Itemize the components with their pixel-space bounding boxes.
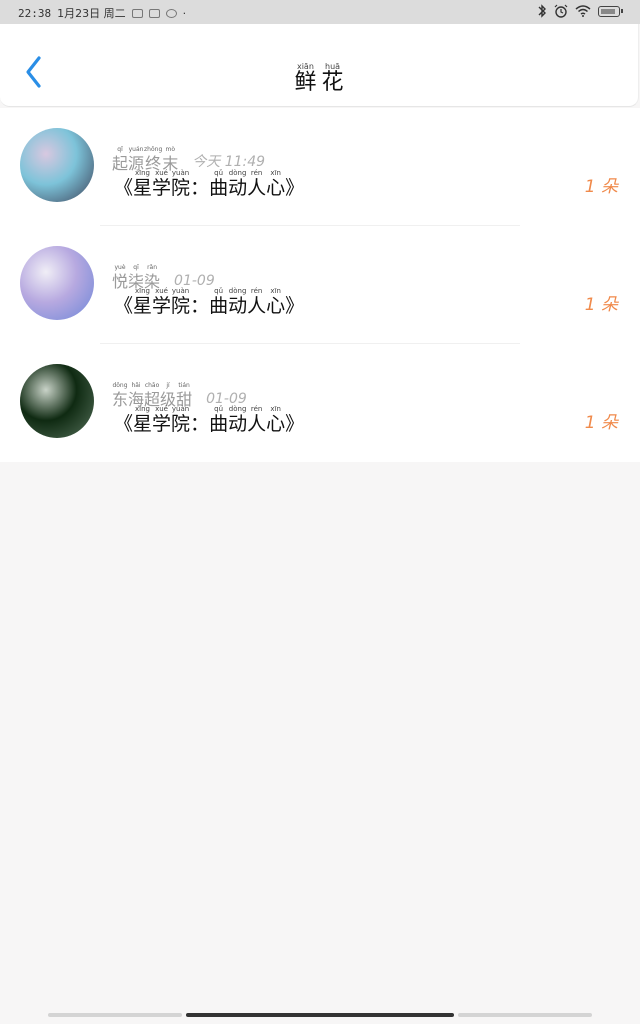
user-name[interactable]: dōng 东 hǎi 海 chāo 超 jí 级 tián 甜 (112, 372, 192, 408)
book-title-punct: 《 (114, 413, 134, 435)
avatar[interactable] (20, 128, 94, 202)
book-title-char: xīn 心 (266, 287, 286, 317)
page-indicator-left (48, 1013, 182, 1017)
book-title-char: xīn 心 (266, 405, 286, 435)
page-indicator-active (186, 1013, 454, 1017)
book-title-char: dòng 动 (228, 405, 248, 435)
flower-count: 1 朵 (584, 177, 618, 197)
book-title-char: xīng 星 (133, 287, 153, 317)
book-title-char: dòng 动 (228, 169, 248, 199)
item-meta: dōng 东 hǎi 海 chāo 超 jí 级 tián 甜 01-09 (112, 372, 247, 408)
book-title-char: rén 人 (247, 287, 267, 317)
book-title-char: xué 学 (152, 287, 172, 317)
nav-bar: xiān 鲜 huā 花 (0, 24, 639, 107)
book-title-char: qǔ 曲 (209, 169, 229, 199)
list-item[interactable]: qǐ 起 yuán 源 zhōng 终 mò 末今天 11:49 《 xīng 星 xué 学 yuàn 院… (0, 108, 640, 226)
book-title-char: rén 人 (247, 405, 267, 435)
book-title-punct: 》 (285, 413, 305, 435)
notification-icon (148, 8, 160, 18)
avatar[interactable] (20, 364, 94, 438)
app-notification-icon (165, 8, 177, 18)
status-right (537, 4, 623, 18)
name-char: yuè 悦 (112, 264, 129, 291)
book-title-char: xīng 星 (133, 405, 153, 435)
item-meta: qǐ 起 yuán 源 zhōng 终 mò 末今天 11:49 (112, 136, 265, 172)
wifi-icon (575, 5, 591, 17)
book-title-char: xīng 星 (133, 169, 153, 199)
book-title-char: xué 学 (152, 405, 172, 435)
name-char: qǐ 起 (112, 146, 129, 173)
book-title-char: qǔ 曲 (209, 405, 229, 435)
book-title-char: qǔ 曲 (209, 287, 229, 317)
title-char: xiān 鲜 (294, 62, 317, 95)
book-title: 《 xīng 星 xué 学 yuàn 院： qǔ 曲 dòng 动 rén 人 xīn 心》 (114, 288, 304, 316)
book-title-char: xīn 心 (266, 169, 286, 199)
flower-count: 1 朵 (584, 295, 618, 315)
avatar[interactable] (20, 246, 94, 320)
flower-record-list: qǐ 起 yuán 源 zhōng 终 mò 末今天 11:49 《 xīng 星 xué 学 yuàn 院… (0, 108, 640, 462)
flower-count: 1 朵 (584, 413, 618, 433)
screen-icon (131, 8, 143, 18)
status-bar: 22:38 1月23日 周二 · (0, 0, 640, 24)
status-time: 22:38 (18, 6, 52, 20)
list-item[interactable]: dōng 东 hǎi 海 chāo 超 jí 级 tián 甜 01-09 《 xīng 星 xué 学 yuà… (0, 344, 640, 462)
battery-icon (598, 5, 623, 17)
book-title-char: dòng 动 (228, 287, 248, 317)
book-title-char: xué 学 (152, 169, 172, 199)
book-title-char: rén 人 (247, 169, 267, 199)
name-char: dōng 东 (112, 382, 129, 409)
alarm-icon (554, 4, 568, 18)
book-title-punct: 》 (285, 295, 305, 317)
book-title-punct: ： (190, 413, 210, 435)
book-title-char: yuàn 院 (171, 169, 191, 199)
bluetooth-icon (538, 4, 546, 18)
book-title: 《 xīng 星 xué 学 yuàn 院： qǔ 曲 dòng 动 rén 人 xīn 心》 (114, 406, 304, 434)
status-dot: · (182, 6, 187, 20)
item-meta: yuè 悦 qī 柒 rǎn 染 01-09 (112, 254, 215, 290)
book-title-punct: ： (190, 295, 210, 317)
page-indicator-right (458, 1013, 592, 1017)
status-date: 1月23日 周二 (57, 7, 126, 20)
book-title: 《 xīng 星 xué 学 yuàn 院： qǔ 曲 dòng 动 rén 人 xīn 心》 (114, 170, 304, 198)
book-title-char: yuàn 院 (171, 405, 191, 435)
list-item[interactable]: yuè 悦 qī 柒 rǎn 染 01-09 《 xīng 星 xué 学 yuàn 院： qǔ 曲 dòng 动… (0, 226, 640, 344)
book-title-punct: ： (190, 177, 210, 199)
book-title-char: yuàn 院 (171, 287, 191, 317)
book-title-punct: 《 (114, 177, 134, 199)
user-name[interactable]: qǐ 起 yuán 源 zhōng 终 mò 末 (112, 136, 178, 172)
page-title: xiān 鲜 huā 花 (0, 54, 638, 94)
user-name[interactable]: yuè 悦 qī 柒 rǎn 染 (112, 254, 160, 290)
title-char: huā 花 (321, 62, 344, 95)
status-left: 22:38 1月23日 周二 · (18, 5, 186, 21)
book-title-punct: 》 (285, 177, 305, 199)
book-title-punct: 《 (114, 295, 134, 317)
